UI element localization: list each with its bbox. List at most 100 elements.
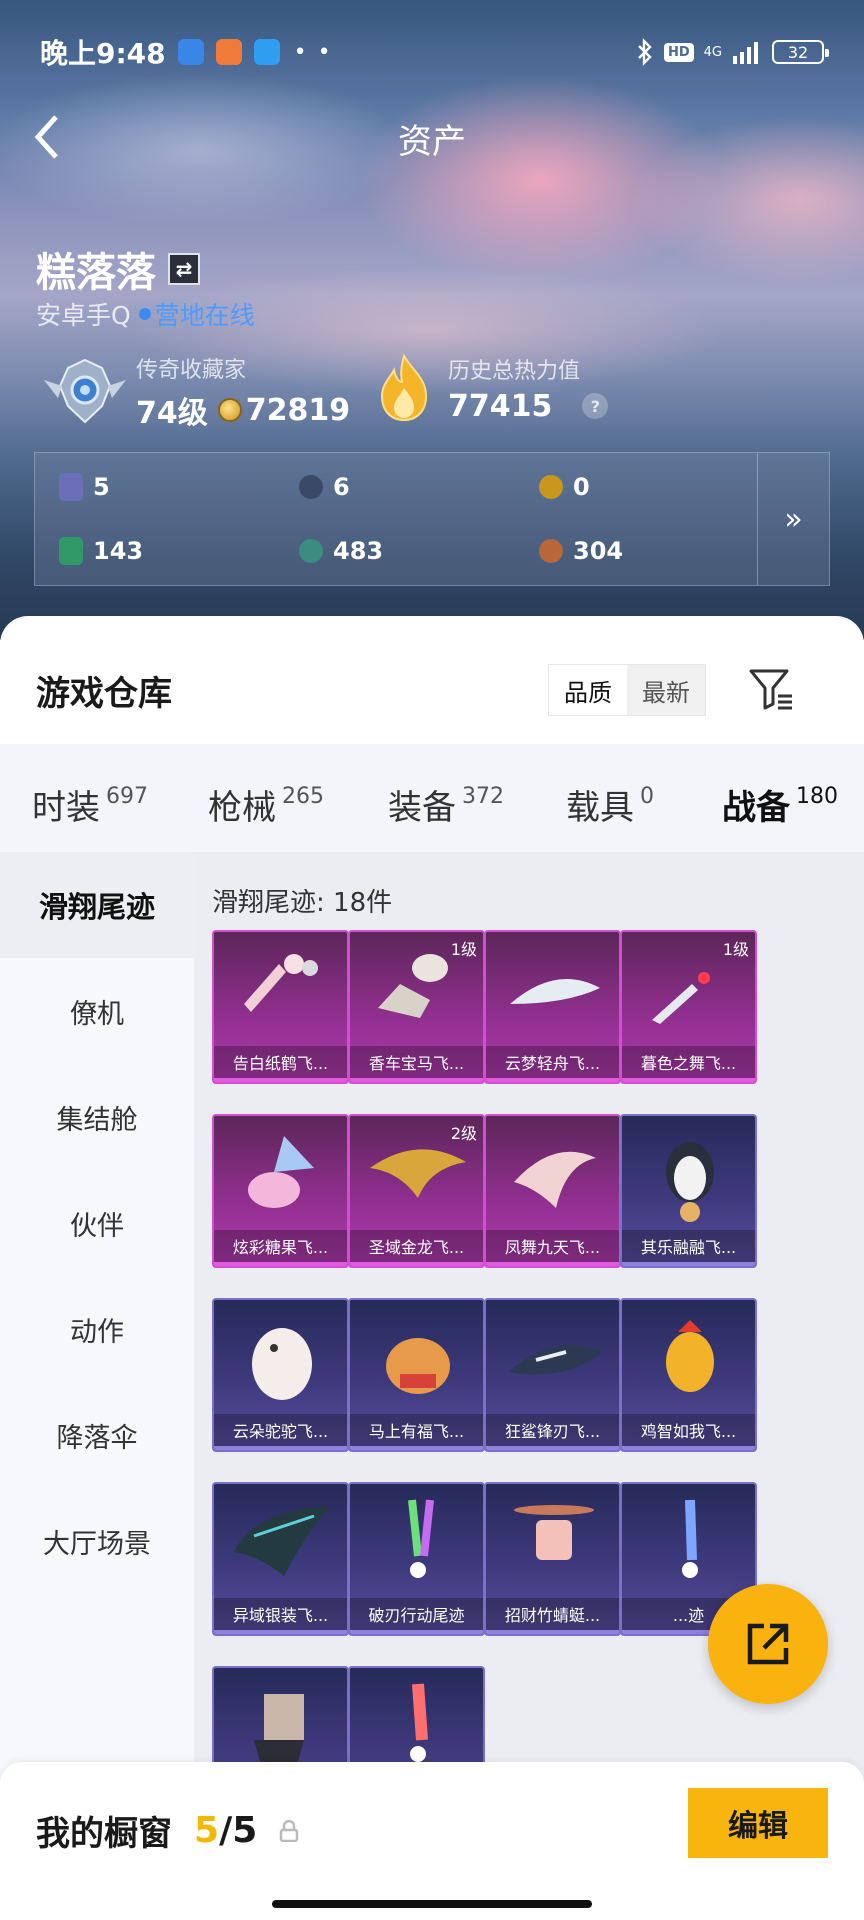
- item-card[interactable]: 云朵驼驼飞...: [212, 1298, 349, 1452]
- item-artwork-icon: [234, 1506, 330, 1576]
- sort-quality-button[interactable]: 品质: [549, 665, 627, 715]
- teal-orb-icon: [299, 539, 323, 563]
- stats-more-button[interactable]: »: [757, 453, 829, 585]
- status-bar: 晚上9:48 • • HD 4G 32: [40, 32, 829, 72]
- sidebar-item-glide-trail[interactable]: 滑翔尾迹: [0, 852, 194, 958]
- external-link-icon: [747, 1623, 789, 1665]
- sidebar-item-companion[interactable]: 伙伴: [0, 1170, 194, 1276]
- item-card[interactable]: 招财竹蜻蜓...: [484, 1482, 621, 1636]
- item-card[interactable]: 炫彩糖果飞...: [212, 1114, 349, 1268]
- sidebar-item-lobby-scene[interactable]: 大厅场景: [0, 1488, 194, 1594]
- item-name: 圣域金龙飞...: [350, 1230, 483, 1266]
- tab-fashion[interactable]: 时装 697: [32, 780, 148, 829]
- tab-count: 697: [106, 784, 148, 809]
- sidebar-item-parachute[interactable]: 降落伞: [0, 1382, 194, 1488]
- item-card[interactable]: 1级香车宝马飞...: [348, 930, 485, 1084]
- sidebar-item-assembly-pod[interactable]: 集结舱: [0, 1064, 194, 1170]
- item-card[interactable]: 告白纸鹤飞...: [212, 930, 349, 1084]
- item-artwork-icon: [408, 1499, 434, 1578]
- item-card[interactable]: 马上有福飞...: [348, 1298, 485, 1452]
- battery-level: 32: [787, 42, 809, 62]
- item-name: 鸡智如我飞...: [622, 1414, 755, 1450]
- heat-value-block: 历史总热力值 77415 ?: [374, 352, 609, 424]
- item-artwork-icon: [248, 1136, 314, 1208]
- help-icon[interactable]: ?: [582, 393, 609, 419]
- lock-icon: [280, 1819, 299, 1842]
- tab-count: 372: [462, 784, 504, 809]
- switch-account-icon[interactable]: ⇄: [168, 253, 200, 285]
- page-title: 资产: [398, 122, 466, 162]
- stat-value: 483: [333, 537, 384, 565]
- showcase-count: 5/5: [194, 1810, 257, 1851]
- section-title: 滑翔尾迹: 18件: [212, 888, 393, 918]
- item-name: 香车宝马飞...: [350, 1046, 483, 1082]
- item-card[interactable]: 凤舞九天飞...: [484, 1114, 621, 1268]
- tab-count: 180: [796, 784, 838, 809]
- tab-vehicles[interactable]: 载具 0: [566, 780, 654, 829]
- hd-badge: HD: [663, 42, 694, 62]
- warehouse-header: 游戏仓库 品质 最新: [0, 616, 864, 744]
- item-artwork-icon: [666, 1142, 714, 1222]
- item-card[interactable]: 鸡智如我飞...: [620, 1298, 757, 1452]
- stat-value: 6: [333, 473, 350, 501]
- item-card[interactable]: 狂鲨锋刃飞...: [484, 1298, 621, 1452]
- item-card[interactable]: 1级 暮色之舞飞...: [620, 930, 757, 1084]
- dark-orb-icon: [299, 475, 323, 499]
- bluetooth-icon: [638, 38, 652, 66]
- status-time: 晚上9:48: [40, 37, 166, 70]
- item-level: 1级: [450, 940, 477, 959]
- item-name: 云朵驼驼飞...: [214, 1414, 347, 1450]
- item-card[interactable]: 云梦轻舟飞...: [484, 930, 621, 1084]
- sidebar-item-label: 降落伞: [56, 1422, 138, 1454]
- item-name: 云梦轻舟飞...: [486, 1046, 619, 1082]
- filter-icon[interactable]: [748, 666, 794, 712]
- item-artwork-icon: [244, 954, 318, 1012]
- share-button[interactable]: [708, 1584, 828, 1704]
- collector-rank[interactable]: 传奇收藏家 74级 72819: [40, 352, 350, 432]
- player-platform-row: 安卓手Q 营地在线: [36, 296, 255, 332]
- tab-label: 枪械: [208, 788, 276, 828]
- item-artwork-icon: [514, 1151, 596, 1208]
- tab-firearms[interactable]: 枪械 265: [208, 780, 324, 829]
- category-tabs: 时装 697 枪械 265 装备 372 载具 0 战备 180: [0, 744, 864, 852]
- item-card[interactable]: 破刃行动尾迹: [348, 1482, 485, 1636]
- item-card[interactable]: 2级 圣域金龙飞...: [348, 1114, 485, 1268]
- tab-label: 战备: [722, 788, 790, 828]
- item-artwork-icon: [386, 1338, 450, 1394]
- sidebar-item-label: 集结舱: [56, 1104, 138, 1136]
- sort-newest-button[interactable]: 最新: [627, 665, 705, 715]
- stat-value: 143: [93, 537, 144, 565]
- tab-label: 时装: [32, 788, 100, 828]
- rank-badge-icon: [44, 358, 126, 424]
- item-card[interactable]: 其乐融融飞...: [620, 1114, 757, 1268]
- rank-title: 传奇收藏家: [136, 358, 247, 383]
- showcase-label: 我的橱窗: [36, 1814, 172, 1854]
- item-artwork-icon: [666, 1320, 714, 1392]
- warehouse-sheet: 游戏仓库 品质 最新 时装 697 枪械 265 装备 372 载具 0 战备 …: [0, 616, 864, 1920]
- item-name: 马上有福飞...: [350, 1414, 483, 1450]
- app-notification-icon: [177, 39, 204, 65]
- gold-coin-icon: [539, 475, 563, 499]
- rank-coins: 72819: [245, 392, 351, 428]
- tab-battle-gear[interactable]: 战备 180: [722, 780, 838, 829]
- item-card[interactable]: 异域银装飞...: [212, 1482, 349, 1636]
- item-name: 狂鲨锋刃飞...: [486, 1414, 619, 1450]
- item-name: 破刃行动尾迹: [350, 1598, 483, 1634]
- collector-coin-icon: [217, 398, 242, 422]
- showcase-row: 我的橱窗 5/5: [36, 1806, 299, 1855]
- stat-value: 0: [573, 473, 590, 501]
- tab-equipment[interactable]: 装备 372: [388, 780, 504, 829]
- tab-count: 265: [282, 784, 324, 809]
- flame-icon: [380, 353, 428, 422]
- battery-icon: 32: [772, 40, 829, 64]
- double-chevron-right-icon: »: [784, 501, 803, 537]
- edit-button[interactable]: 编辑: [688, 1788, 828, 1858]
- sidebar-item-emote[interactable]: 动作: [0, 1276, 194, 1382]
- home-indicator[interactable]: [272, 1900, 592, 1908]
- item-artwork-icon: [510, 979, 600, 1004]
- heat-title: 历史总热力值: [448, 358, 581, 384]
- online-dot-icon: [138, 308, 151, 320]
- sidebar-item-wingman[interactable]: 僚机: [0, 958, 194, 1064]
- rank-level: 74级: [136, 396, 208, 431]
- signal-icon: [733, 42, 758, 64]
